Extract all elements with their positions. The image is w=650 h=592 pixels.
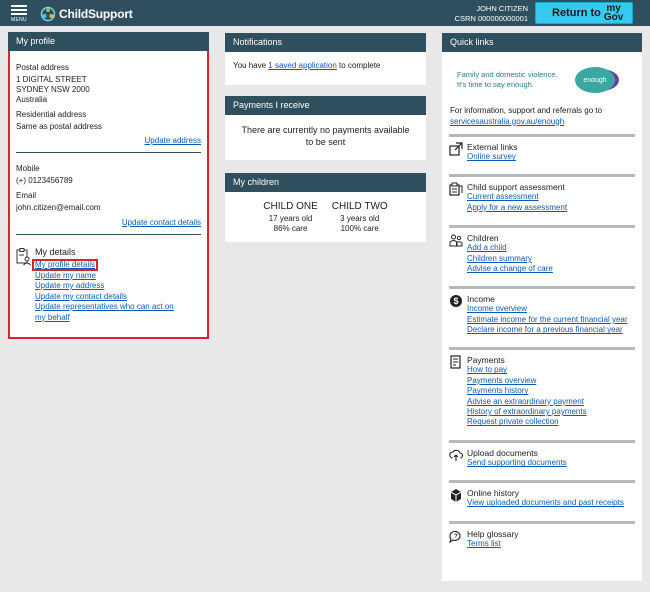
enough-banner[interactable]: Family and domestic violence. It's time … — [442, 54, 642, 98]
enough-info-link[interactable]: servicesaustralia.gov.au/enough — [450, 117, 564, 126]
quick-link[interactable]: Advise a change of care — [467, 264, 553, 273]
dollar-icon: $ — [450, 295, 462, 307]
child-card[interactable]: CHILD ONE 17 years old 86% care — [263, 202, 317, 234]
child-name: CHILD ONE — [263, 201, 318, 212]
upload-icon — [449, 449, 463, 461]
update-my-contact-details-link[interactable]: Update my contact details — [35, 292, 127, 301]
update-my-address-link[interactable]: Update my address — [35, 281, 104, 290]
return-to-mygov-button[interactable]: Return to my Gov — [535, 2, 633, 24]
notification-message: You have 1 saved application to complete — [233, 61, 381, 70]
my-profile-heading: My profile — [8, 32, 209, 51]
my-profile-panel: My profile Postal address 1 DIGITAL STRE… — [8, 32, 209, 339]
update-representatives-link[interactable]: Update representatives who can act on my… — [35, 302, 174, 322]
hamburger-icon — [11, 5, 27, 7]
income-title: Income — [467, 294, 495, 304]
update-contact-details-link[interactable]: Update contact details — [122, 218, 201, 227]
my-profile-details-link[interactable]: My profile details — [35, 260, 95, 269]
notifications-panel: Notifications You have 1 saved applicati… — [225, 33, 426, 85]
online-history-title: Online history — [467, 488, 519, 498]
svg-text:?: ? — [454, 534, 458, 540]
enough-info-text: For information, support and referrals g… — [450, 106, 603, 115]
child-age: 17 years old — [268, 214, 313, 223]
divider — [16, 234, 201, 235]
quick-link[interactable]: Current assessment — [467, 192, 539, 201]
quick-link[interactable]: Send supporting documents — [467, 458, 567, 467]
payments-icon — [450, 355, 461, 369]
user-name: JOHN CITIZEN — [476, 4, 528, 13]
my-children-heading: My children — [225, 173, 426, 192]
assessment-icon — [449, 182, 463, 196]
return-label: Return to — [552, 7, 601, 19]
quick-link[interactable]: Income overview — [467, 304, 527, 313]
payments-receive-heading: Payments I receive — [225, 96, 426, 115]
profile-details-icon — [16, 248, 31, 266]
quick-link[interactable]: Estimate income for the current financia… — [467, 315, 628, 324]
history-icon — [450, 489, 462, 502]
payments-receive-panel: Payments I receive There are currently n… — [225, 96, 426, 160]
child-support-assessment-title: Child support assessment — [467, 182, 565, 192]
quick-links-heading: Quick links — [442, 33, 642, 52]
update-my-name-link[interactable]: Update my name — [35, 271, 96, 280]
saved-application-link[interactable]: 1 saved application — [268, 61, 337, 70]
help-glossary-title: Help glossary — [467, 529, 519, 539]
mobile-label: Mobile — [16, 164, 40, 173]
quick-link[interactable]: Children summary — [467, 254, 532, 263]
update-address-link[interactable]: Update address — [145, 136, 201, 145]
user-info: JOHN CITIZEN CSRN 000000000001 — [455, 4, 528, 24]
quick-link[interactable]: Request private collection — [467, 417, 559, 426]
help-icon: ? — [449, 530, 461, 543]
menu-label: MENU — [11, 17, 27, 23]
childsupport-logo-icon — [40, 6, 56, 22]
children-title: Children — [467, 233, 499, 243]
payments-title: Payments — [467, 355, 505, 365]
postal-address-label: Postal address — [16, 63, 69, 72]
child-care: 100% care — [340, 224, 379, 233]
svg-text:$: $ — [453, 296, 458, 306]
postal-address-line: SYDNEY NSW 2000 — [16, 85, 90, 94]
banner-line-1: Family and domestic violence. — [457, 70, 558, 79]
child-name: CHILD TWO — [331, 201, 388, 212]
email-value: john.citizen@email.com — [16, 203, 101, 212]
quick-link[interactable]: Declare income for a previous financial … — [467, 325, 623, 334]
top-bar: MENU ChildSupport JOHN CITIZEN CSRN 0000… — [0, 0, 650, 26]
quick-link[interactable]: Online survey — [467, 152, 516, 161]
mygov-logo: my Gov — [603, 3, 624, 23]
residential-address-label: Residential address — [16, 110, 87, 119]
my-details-heading: My details — [35, 247, 76, 257]
enough-badge: enough — [575, 67, 615, 93]
external-link-icon — [449, 142, 463, 156]
child-card[interactable]: CHILD TWO 3 years old 100% care — [332, 202, 388, 234]
my-children-panel: My children CHILD ONE 17 years old 86% c… — [225, 173, 426, 242]
mobile-value: (+) 0123456789 — [16, 176, 73, 185]
children-icon — [449, 234, 463, 247]
app-name: ChildSupport — [59, 7, 133, 21]
menu-button[interactable]: MENU — [11, 5, 31, 23]
upload-documents-title: Upload documents — [467, 448, 538, 458]
quick-link[interactable]: Add a child — [467, 243, 507, 252]
postal-address-line: Australia — [16, 95, 48, 104]
quick-link[interactable]: History of extraordinary payments — [467, 407, 587, 416]
app-logo[interactable]: ChildSupport — [40, 6, 133, 22]
banner-line-2: It's time to say enough. — [457, 80, 534, 89]
user-csrn: CSRN 000000000001 — [454, 14, 528, 23]
child-care: 86% care — [273, 224, 308, 233]
quick-link[interactable]: Payments overview — [467, 376, 536, 385]
divider — [16, 152, 201, 153]
quick-links-panel: Quick links Family and domestic violence… — [442, 33, 642, 581]
quick-link[interactable]: Payments history — [467, 386, 528, 395]
external-links-title: External links — [467, 142, 518, 152]
quick-link[interactable]: View uploaded documents and past receipt… — [467, 498, 624, 507]
email-label: Email — [16, 191, 37, 200]
quick-link[interactable]: Apply for a new assessment — [467, 203, 567, 212]
no-payments-message: There are currently no payments availabl… — [241, 125, 410, 147]
quick-link[interactable]: How to pay — [467, 365, 507, 374]
child-age: 3 years old — [340, 214, 380, 223]
notifications-heading: Notifications — [225, 33, 426, 52]
quick-link[interactable]: Terms list — [467, 539, 501, 548]
postal-address-line: 1 DIGITAL STREET — [16, 75, 87, 84]
residential-address-value: Same as postal address — [16, 122, 102, 131]
quick-link[interactable]: Advise an extraordinary payment — [467, 397, 584, 406]
